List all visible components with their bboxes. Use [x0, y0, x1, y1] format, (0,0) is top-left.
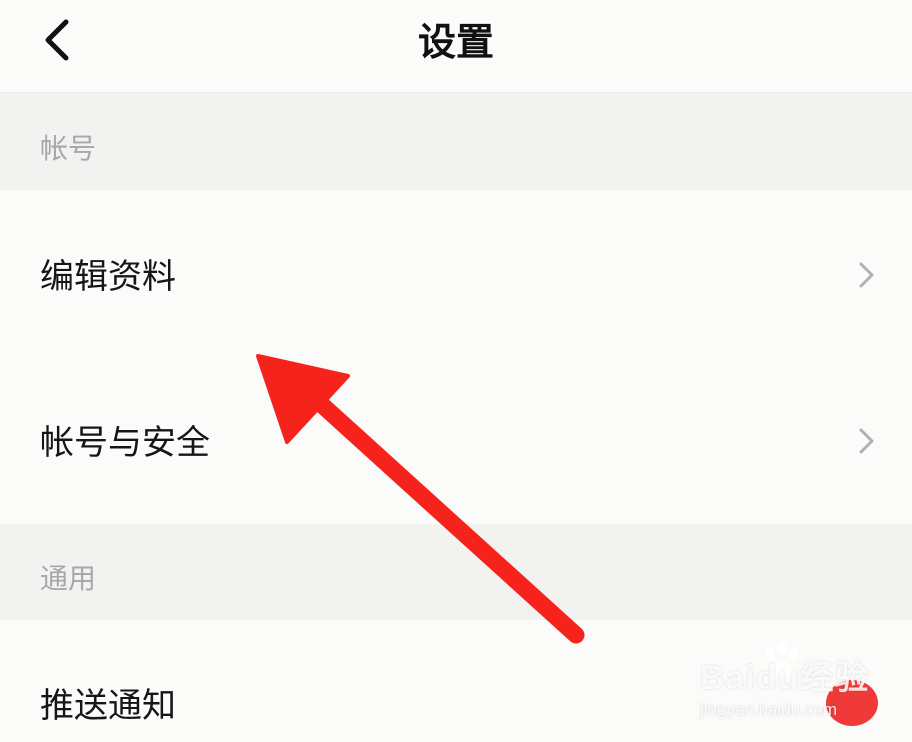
settings-item-edit-profile[interactable]: 编辑资料: [0, 190, 912, 356]
settings-item-account-security[interactable]: 帐号与安全: [0, 356, 912, 524]
watermark-brand: Baidu经验: [700, 659, 870, 697]
settings-item-label: 帐号与安全: [40, 423, 210, 463]
section-header-general: 通用: [0, 524, 912, 620]
section-header-account: 帐号: [0, 93, 912, 190]
settings-item-label: 推送通知: [40, 686, 176, 726]
section-label: 通用: [40, 562, 97, 595]
section-label: 帐号: [40, 132, 97, 165]
chevron-right-icon: [859, 262, 874, 288]
baidu-jingyan-watermark: Baidu经验 jingyan.baidu.com: [700, 642, 910, 738]
chevron-right-icon: [859, 428, 874, 454]
settings-item-label: 编辑资料: [40, 257, 176, 297]
page-title: 设置: [417, 20, 494, 64]
navigation-bar: 设置: [0, 0, 912, 93]
watermark-url: jingyan.baidu.com: [700, 700, 838, 719]
